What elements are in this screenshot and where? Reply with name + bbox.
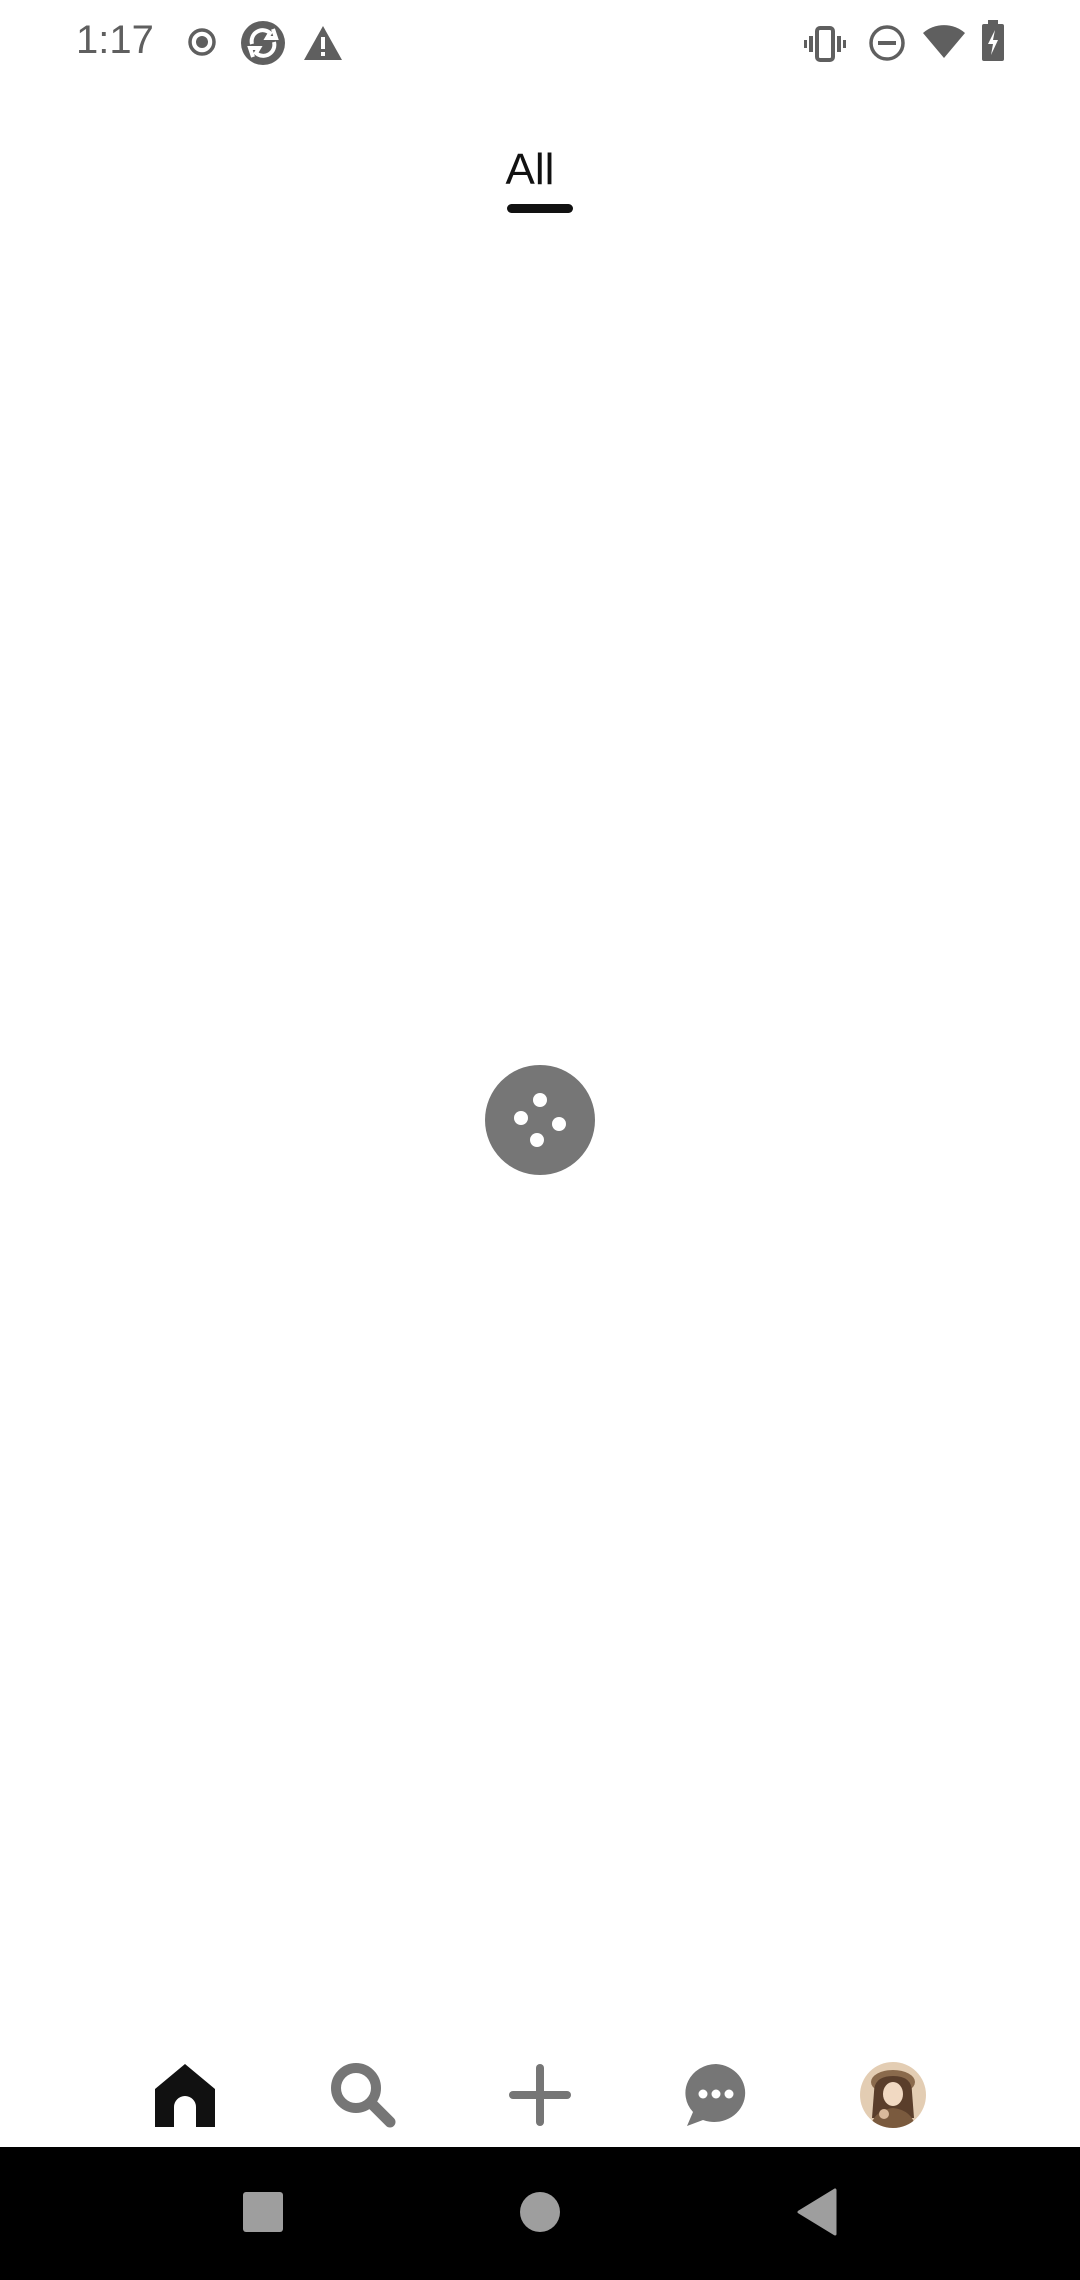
wifi-icon (923, 25, 965, 58)
nav-messages-button[interactable] (671, 2050, 761, 2140)
search-icon (331, 2063, 396, 2128)
vibrate-icon (804, 26, 846, 62)
tab-label: All (505, 145, 555, 194)
system-nav-bar (0, 2147, 1080, 2280)
loader-dot (552, 1117, 566, 1131)
home-icon (155, 2064, 215, 2127)
do-not-disturb-icon (869, 25, 905, 61)
back-icon (797, 2188, 837, 2236)
nav-search-button[interactable] (318, 2050, 408, 2140)
status-time: 1:17 (76, 18, 154, 62)
home-circle-icon (520, 2192, 560, 2232)
tab-selected-indicator (507, 204, 573, 213)
bottom-nav (0, 2030, 1080, 2160)
warning-icon (304, 26, 342, 60)
nav-create-button[interactable] (495, 2050, 585, 2140)
battery-charging-icon (982, 20, 1004, 61)
tab-all[interactable]: All (490, 140, 570, 200)
loading-dots-icon (485, 1065, 595, 1175)
record-icon (188, 28, 216, 56)
plus-icon (509, 2064, 571, 2126)
status-bar: 1:17 (0, 0, 1080, 90)
nav-home-button[interactable] (140, 2050, 230, 2140)
avatar (860, 2062, 926, 2128)
back-button[interactable] (782, 2177, 852, 2247)
home-button[interactable] (505, 2177, 575, 2247)
sync-app-icon (241, 21, 285, 65)
loader-dot (514, 1111, 528, 1125)
recents-icon (243, 2192, 283, 2232)
recents-button[interactable] (228, 2177, 298, 2247)
chat-bubble-icon (685, 2064, 746, 2126)
loader-dot (530, 1133, 544, 1147)
screen: 1:17 All (0, 0, 1080, 2280)
nav-profile-button[interactable] (848, 2050, 938, 2140)
loader-dot (533, 1093, 547, 1107)
